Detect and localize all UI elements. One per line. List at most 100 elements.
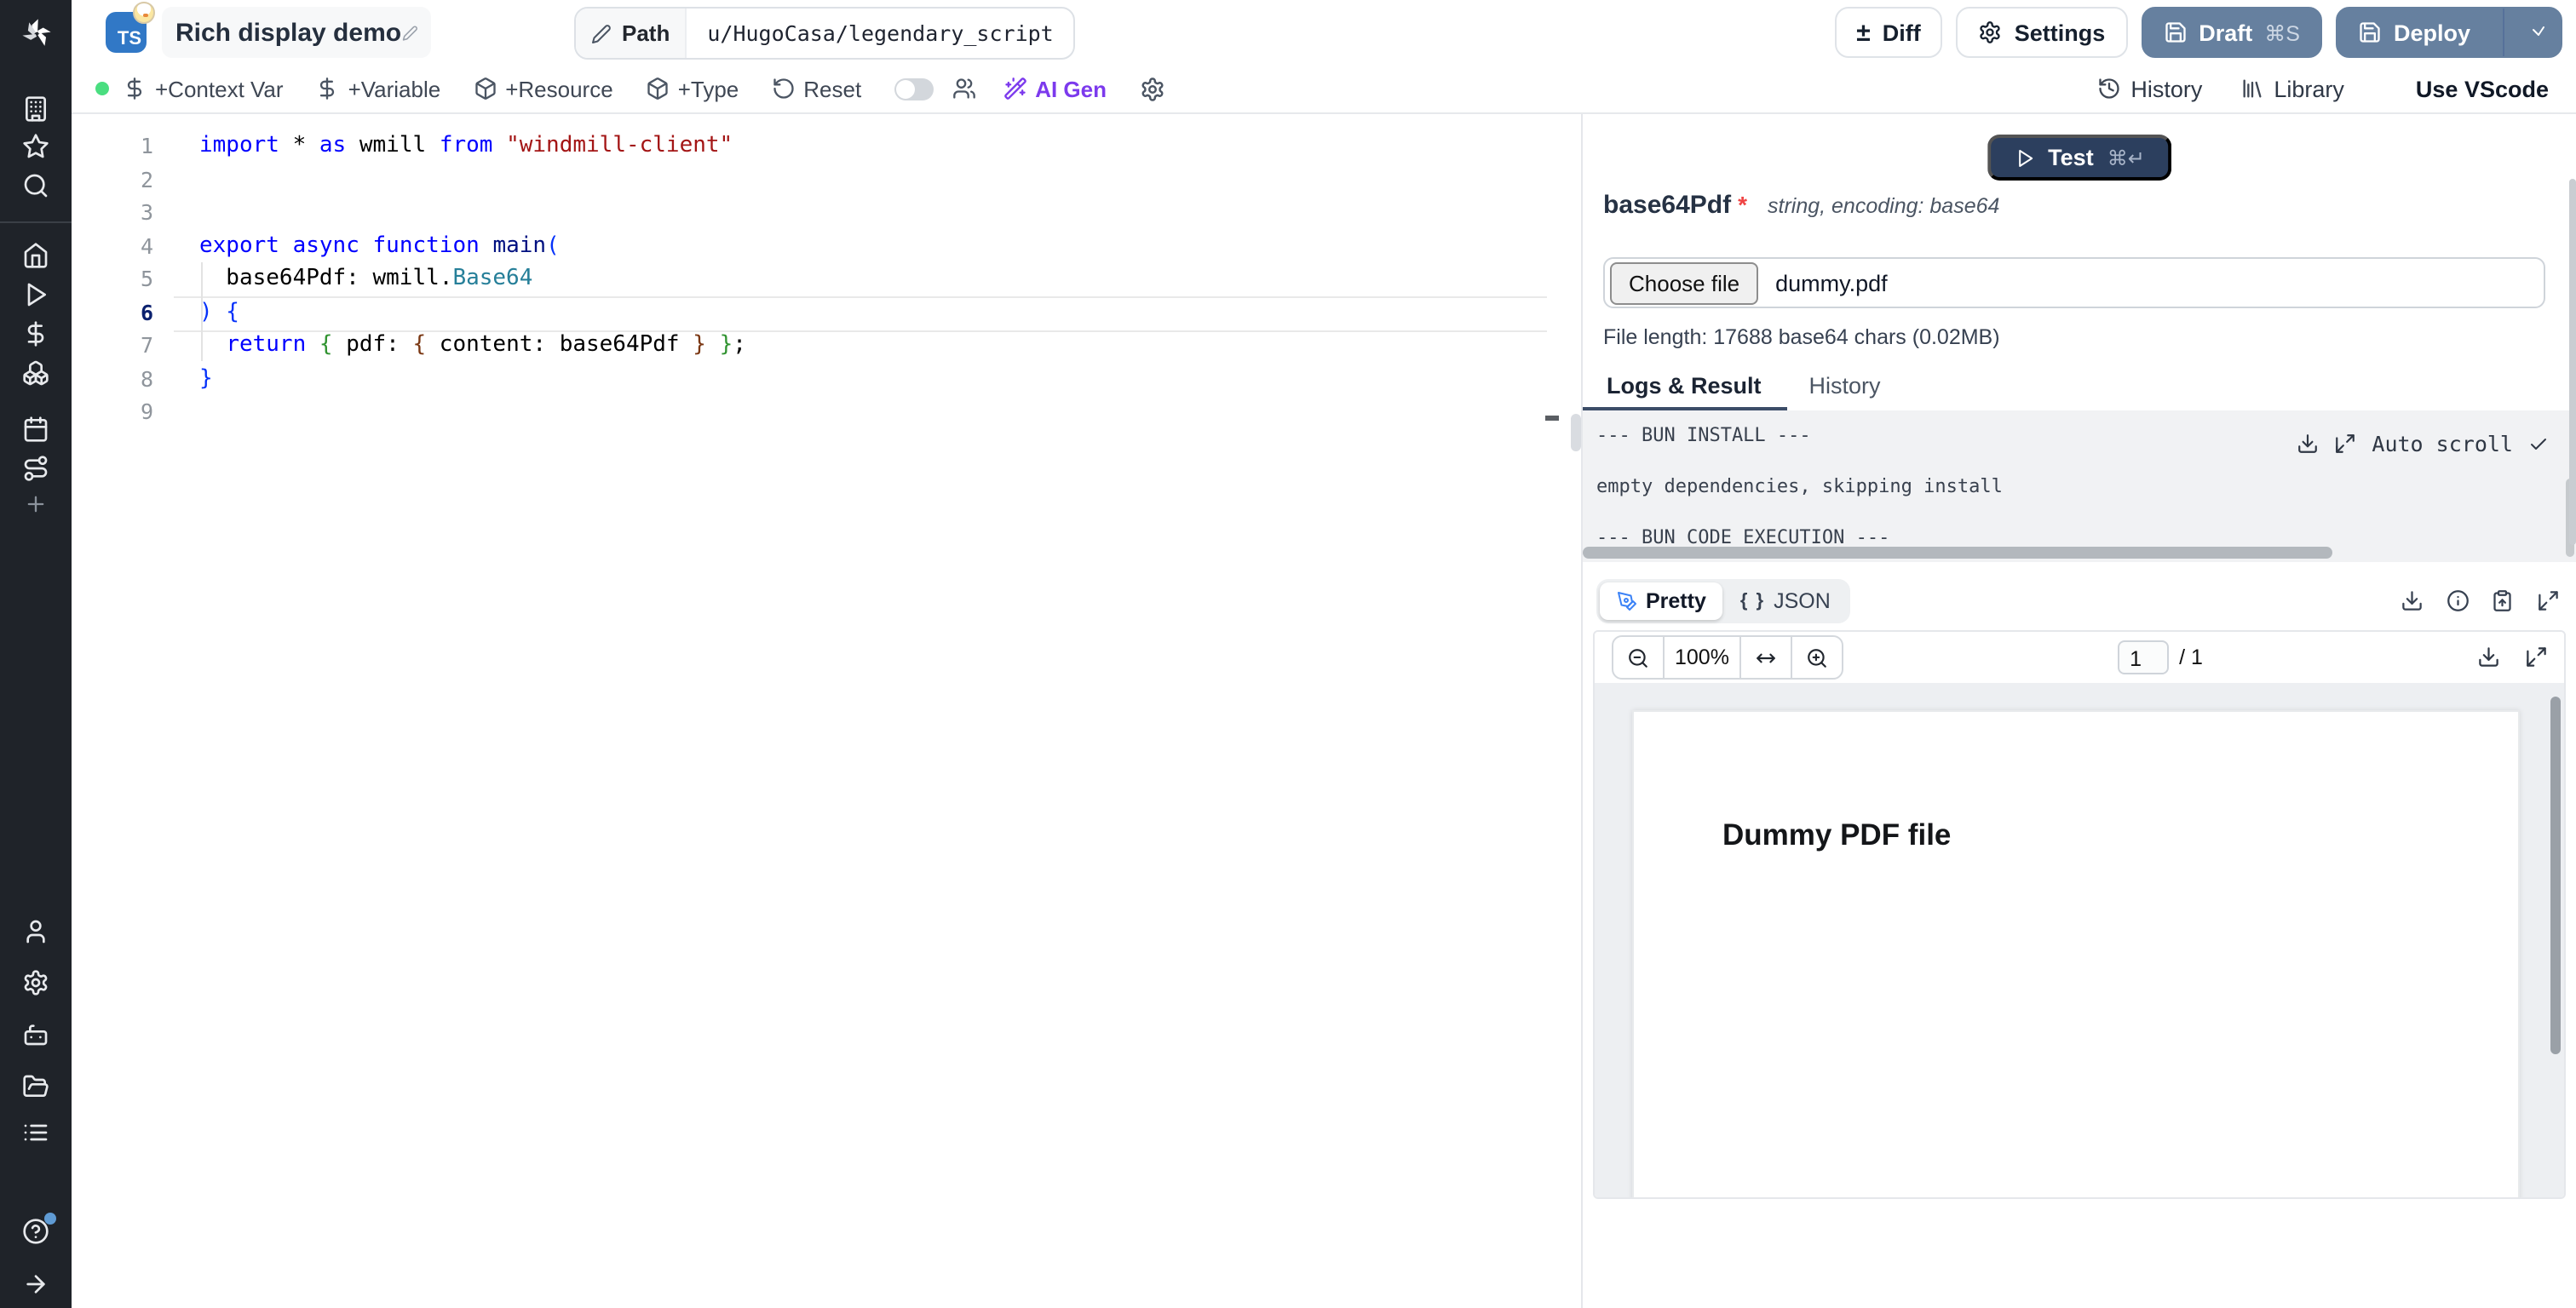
expand-result-icon[interactable] <box>2536 589 2559 612</box>
content: 1 import * as wmill from "windmill-client… <box>72 114 2576 1308</box>
panel-scrollbar[interactable] <box>2568 179 2576 545</box>
draft-button[interactable]: Draft ⌘S <box>2141 7 2322 58</box>
library-button[interactable]: Library <box>2240 76 2344 101</box>
multiplayer-group <box>894 77 975 100</box>
path-label: Path <box>622 20 670 46</box>
windmill-script-editor: TS Rich display demo Path u/HugoCasa/leg… <box>0 0 2576 1308</box>
editor-settings-gear-icon[interactable] <box>1139 76 1164 101</box>
logs-panel[interactable]: --- BUN INSTALL --- empty dependencies, s… <box>1583 410 2576 562</box>
settings-gear-icon[interactable] <box>22 969 49 996</box>
pdf-viewer[interactable]: Dummy PDF file <box>1595 683 2564 1197</box>
help-button[interactable] <box>22 1213 56 1245</box>
zoom-in-button[interactable] <box>1792 637 1842 678</box>
pdf-toolbar: 100% 1 / 1 <box>1595 632 2564 685</box>
add-type-button[interactable]: +Type <box>646 76 739 101</box>
logs-horizontal-scrollbar[interactable] <box>1583 547 2332 559</box>
diff-button[interactable]: ± Diff <box>1834 7 1943 58</box>
code-line[interactable]: 5 base64Pdf: wmill.Base64 <box>72 262 1571 295</box>
logs-controls: Auto scroll <box>2297 431 2549 456</box>
workspace-building-icon[interactable] <box>22 95 49 123</box>
tab-logs-result[interactable]: Logs & Result <box>1583 373 1785 410</box>
json-view-button[interactable]: { } JSON <box>1723 582 1848 619</box>
tab-history[interactable]: History <box>1785 373 1905 410</box>
code-line[interactable]: 4 export async function main( <box>72 229 1571 262</box>
folders-icon[interactable] <box>22 1073 49 1100</box>
multiplayer-toggle[interactable] <box>894 77 934 100</box>
choose-file-button[interactable]: Choose file <box>1610 261 1759 304</box>
zoom-out-button[interactable] <box>1613 637 1663 678</box>
auto-scroll-label: Auto scroll <box>2372 431 2513 456</box>
play-icon <box>2014 147 2034 168</box>
run-panel: Test ⌘↵ base64Pdf * string, encoding: ba… <box>1581 114 2576 1308</box>
pen-nib-icon <box>1617 590 1637 611</box>
expand-pdf-icon[interactable] <box>2524 646 2547 669</box>
add-context-var-button[interactable]: +Context Var <box>123 76 284 101</box>
collapse-arrow-icon[interactable] <box>22 1271 49 1298</box>
code-editor[interactable]: 1 import * as wmill from "windmill-client… <box>72 114 1573 1308</box>
expand-logs-icon[interactable] <box>2334 433 2356 455</box>
use-vscode-button[interactable]: Use VScode <box>2382 76 2549 101</box>
workers-robot-icon[interactable] <box>22 1020 49 1047</box>
copy-result-icon[interactable] <box>2491 589 2514 612</box>
info-icon[interactable] <box>2446 589 2469 612</box>
code-line[interactable]: 8} <box>72 362 1571 395</box>
add-variable-button[interactable]: +Variable <box>316 76 440 101</box>
edit-path-pencil-icon[interactable] <box>591 23 612 43</box>
code-text: base64Pdf: wmill.Base64 <box>199 266 533 292</box>
settings-button[interactable]: Settings <box>1956 7 2128 58</box>
splitter-handle[interactable] <box>1571 414 1581 451</box>
script-title-input[interactable]: Rich display demo <box>162 7 431 58</box>
zoom-level: 100% <box>1675 645 1729 669</box>
history-button[interactable]: History <box>2096 76 2202 101</box>
download-pdf-icon[interactable] <box>2477 646 2500 669</box>
schedules-calendar-icon[interactable] <box>22 416 49 443</box>
ai-gen-button[interactable]: AI Gen <box>1003 76 1107 101</box>
code-line[interactable]: 6) { <box>72 295 1571 329</box>
file-input[interactable]: Choose file dummy.pdf <box>1603 257 2545 308</box>
resources-boxes-icon[interactable] <box>22 359 49 387</box>
edit-title-pencil-icon[interactable] <box>401 21 417 43</box>
add-resource-button[interactable]: +Resource <box>473 76 613 101</box>
page-number-input[interactable]: 1 <box>2118 640 2170 674</box>
home-icon[interactable] <box>22 242 49 269</box>
code-line[interactable]: 3 <box>72 196 1571 229</box>
reset-button[interactable]: Reset <box>771 76 861 101</box>
code-line[interactable]: 2 <box>72 163 1571 196</box>
pdf-actions <box>2477 646 2547 669</box>
user-icon[interactable] <box>22 918 49 945</box>
fit-width-button[interactable] <box>1741 637 1791 678</box>
pane-splitter[interactable] <box>1571 114 1581 1308</box>
line-number: 6 <box>140 299 153 325</box>
pdf-content-text: Dummy PDF file <box>1722 818 1952 852</box>
history-clock-icon <box>2096 77 2120 100</box>
package-icon <box>646 77 670 100</box>
download-result-icon[interactable] <box>2401 589 2424 612</box>
audit-logs-list-icon[interactable] <box>22 1119 49 1146</box>
code-line[interactable]: 9 <box>72 395 1571 428</box>
deploy-dropdown-button[interactable] <box>2516 9 2561 56</box>
download-logs-icon[interactable] <box>2297 433 2319 455</box>
path-value[interactable]: u/HugoCasa/legendary_script <box>687 20 1073 46</box>
code-line[interactable]: 7 return { pdf: { content: base64Pdf } }… <box>72 329 1571 362</box>
flows-route-icon[interactable] <box>22 455 49 482</box>
add-plus-icon[interactable] <box>24 492 48 516</box>
pdf-scrollbar[interactable] <box>2550 697 2561 1054</box>
code-line[interactable]: 1 import * as wmill from "windmill-client… <box>72 129 1571 163</box>
dollar-icon <box>123 77 147 100</box>
check-icon[interactable] <box>2528 433 2549 454</box>
pretty-view-button[interactable]: Pretty <box>1600 582 1723 619</box>
line-number: 5 <box>140 266 153 292</box>
pdf-result-card: 100% 1 / 1 Dummy PDF file <box>1593 630 2566 1199</box>
windmill-logo-icon[interactable] <box>18 15 54 51</box>
deploy-button[interactable]: Deploy <box>2337 9 2491 56</box>
language-badge-typescript: TS <box>106 2 155 53</box>
search-icon[interactable] <box>22 172 49 199</box>
variables-dollar-icon[interactable] <box>22 320 49 347</box>
favorites-star-icon[interactable] <box>22 133 49 160</box>
test-button[interactable]: Test ⌘↵ <box>1987 135 2172 181</box>
package-icon <box>473 77 497 100</box>
code-text: } <box>199 365 213 392</box>
runs-play-icon[interactable] <box>22 281 49 308</box>
result-view-switch: Pretty { } JSON <box>1596 578 1851 622</box>
path-chip[interactable]: Path u/HugoCasa/legendary_script <box>574 7 1076 60</box>
